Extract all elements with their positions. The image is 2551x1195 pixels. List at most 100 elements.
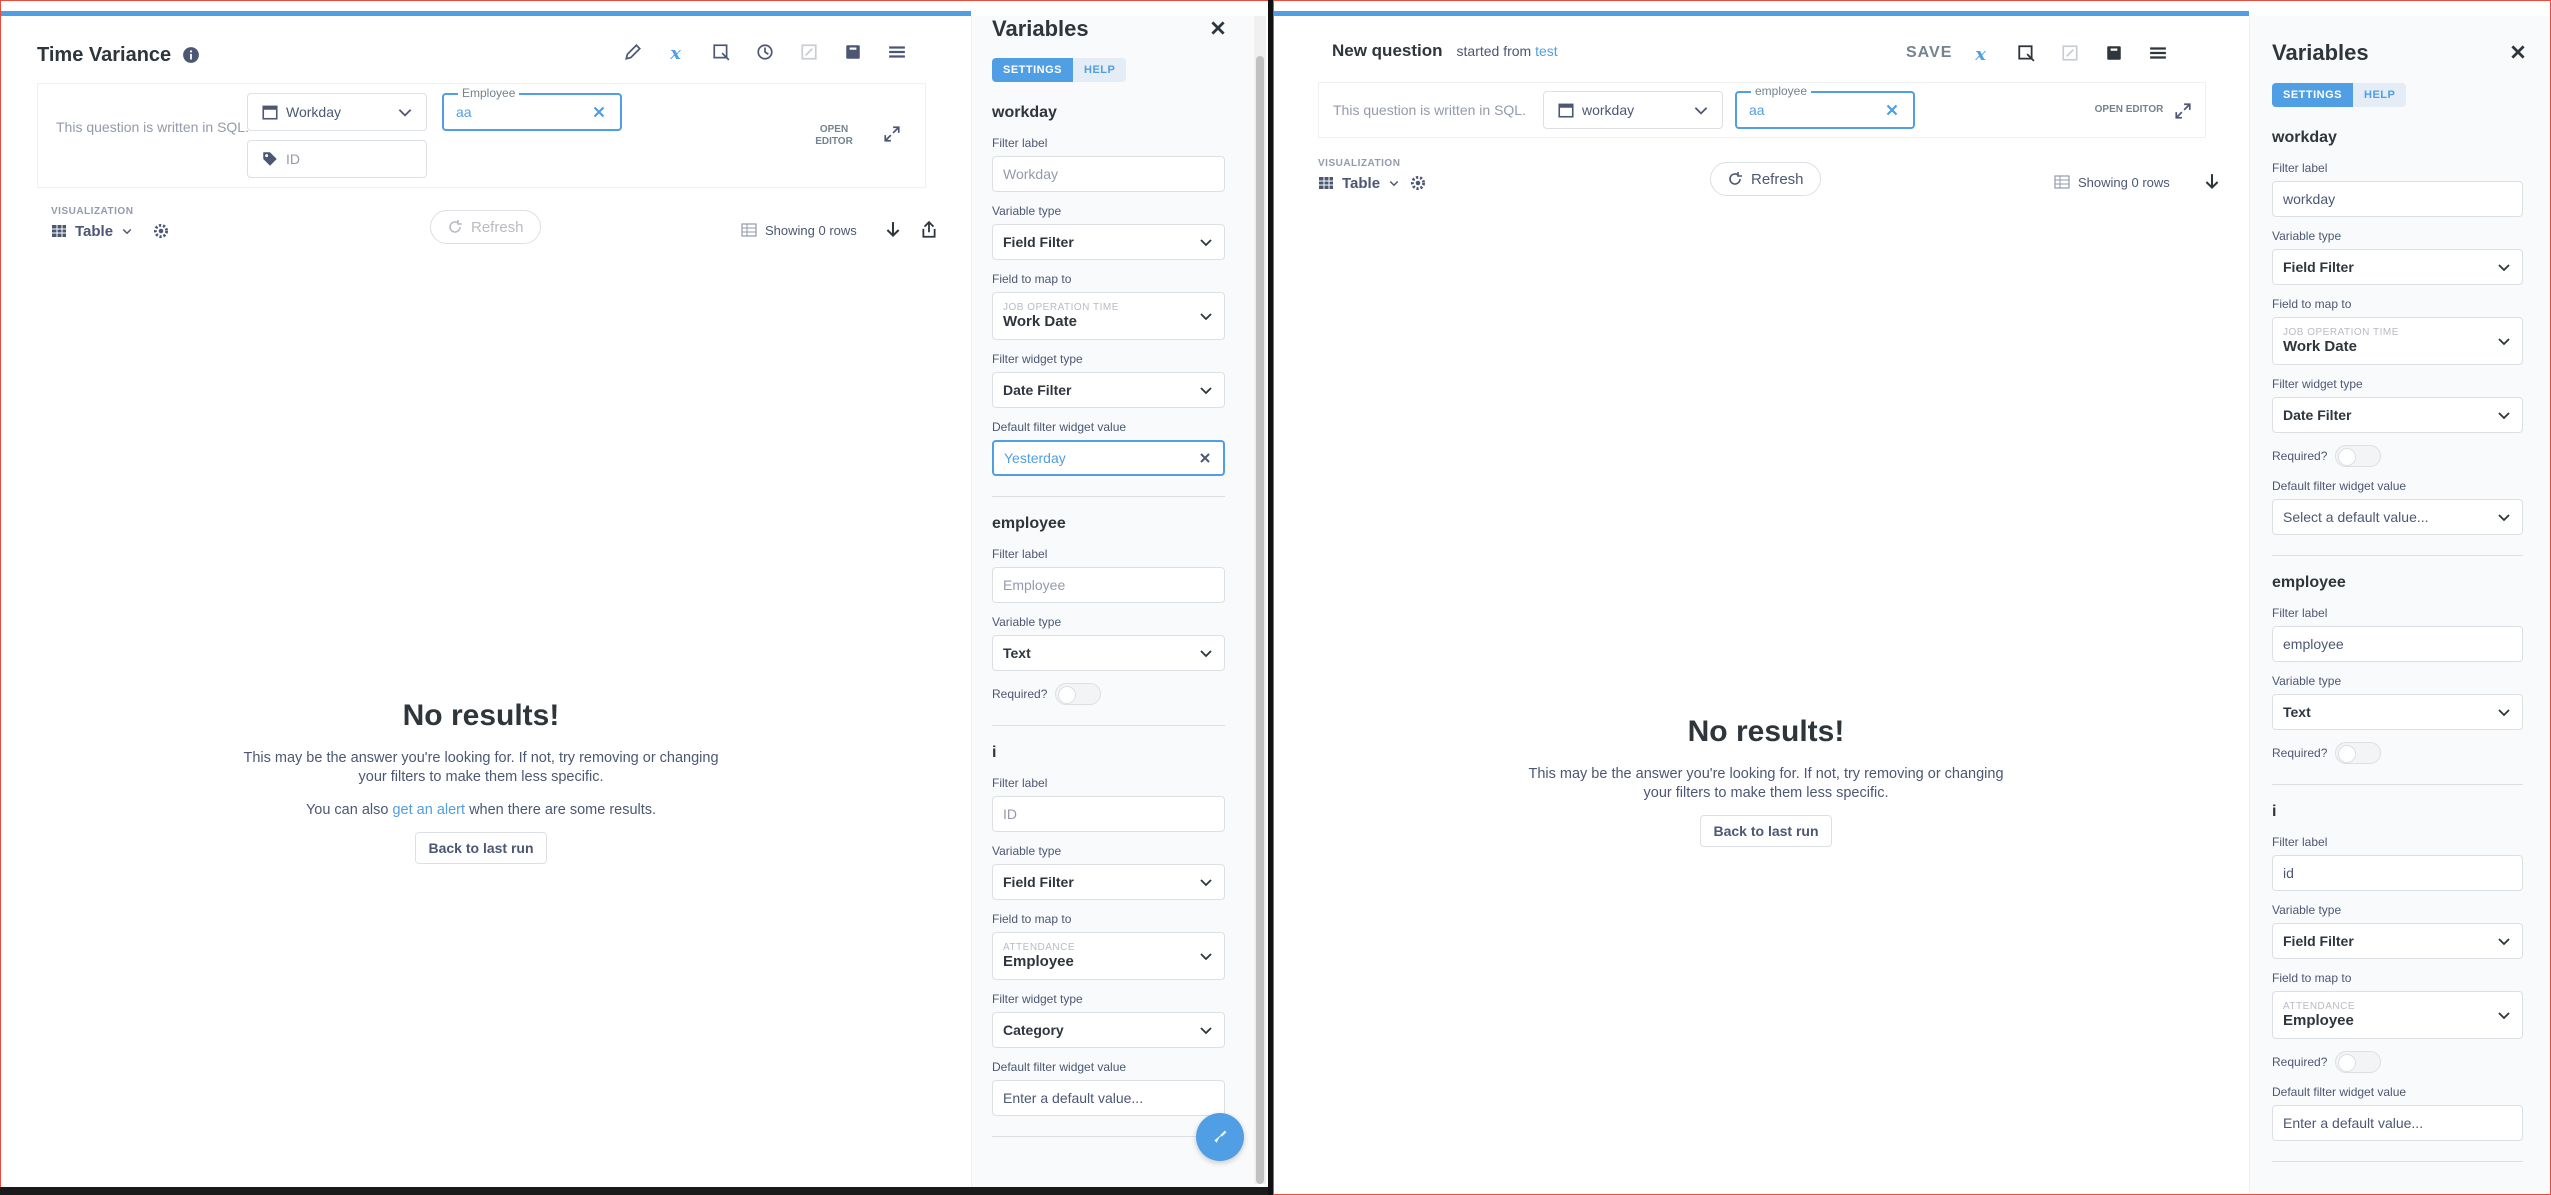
workday-filter-label-input[interactable]: workday <box>2272 181 2523 217</box>
svg-text:x: x <box>669 43 681 61</box>
snippet-icon[interactable] <box>707 38 735 66</box>
workday-filter-widget[interactable]: Workday <box>247 93 427 131</box>
id-field-mapping-select[interactable]: ATTENDANCE Employee <box>992 932 1225 980</box>
workday-widget-type-select[interactable]: Date Filter <box>992 372 1225 408</box>
preview-icon[interactable] <box>2056 39 2084 67</box>
table-icon <box>2054 168 2070 196</box>
sidebar-scrollbar[interactable] <box>1254 16 1266 1184</box>
employee-filter-label-input[interactable]: employee <box>2272 626 2523 662</box>
variables-x-icon[interactable]: x <box>1968 39 1996 67</box>
variables-x-icon[interactable]: x <box>663 38 691 66</box>
required-toggle[interactable] <box>2335 445 2382 467</box>
required-toggle[interactable] <box>2335 742 2382 764</box>
close-icon[interactable] <box>1206 16 1230 40</box>
snippet-icon[interactable] <box>2012 39 2040 67</box>
open-editor-label[interactable]: OPEN EDITOR <box>814 124 854 148</box>
expand-icon[interactable] <box>878 120 906 148</box>
refresh-button[interactable]: Refresh <box>1710 162 1821 196</box>
workday-field-mapping-select[interactable]: JOB OPERATION TIME Work Date <box>2272 317 2523 365</box>
tab-help[interactable]: HELP <box>1073 58 1127 82</box>
workday-default-value-input[interactable]: Yesterday <box>992 440 1225 476</box>
reference-book-icon[interactable] <box>2100 39 2128 67</box>
gear-icon[interactable] <box>151 217 171 245</box>
download-icon[interactable] <box>2198 168 2226 196</box>
chevron-down-icon <box>2496 253 2512 281</box>
info-icon[interactable] <box>177 41 205 69</box>
employee-filter-widget[interactable]: Employee aa <box>442 86 622 131</box>
expand-icon[interactable] <box>2169 97 2197 125</box>
widget-type-label: Filter widget type <box>992 992 1083 1006</box>
open-editor-label[interactable]: OPEN EDITOR <box>2089 104 2169 116</box>
widget-type-label: Filter widget type <box>992 352 1083 366</box>
workday-filter-widget[interactable]: workday <box>1543 91 1723 129</box>
workday-filter-label-input[interactable]: Workday <box>992 156 1225 192</box>
employee-widget-value[interactable]: aa <box>456 104 472 120</box>
employee-variable-type-select[interactable]: Text <box>2272 694 2523 730</box>
tab-settings[interactable]: SETTINGS <box>992 58 1074 82</box>
id-field-mapping-select[interactable]: ATTENDANCE Employee <box>2272 991 2523 1039</box>
visualization-picker[interactable]: Table <box>1318 169 1428 197</box>
right-window: New question started from test SAVE x Th… <box>1273 0 2551 1195</box>
id-variable-type-select[interactable]: Field Filter <box>2272 923 2523 959</box>
save-button[interactable]: SAVE <box>1906 44 1952 62</box>
visualization-picker[interactable]: Table <box>51 217 171 245</box>
svg-text:x: x <box>1975 44 1987 62</box>
refresh-icon <box>447 213 463 241</box>
workday-widget-type-select[interactable]: Date Filter <box>2272 397 2523 433</box>
tab-help[interactable]: HELP <box>2353 83 2407 107</box>
default-value-label: Default filter widget value <box>992 420 1127 434</box>
menu-icon[interactable] <box>2144 39 2172 67</box>
field-to-map-label: Field to map to <box>992 272 1072 286</box>
tab-settings[interactable]: SETTINGS <box>2272 83 2354 107</box>
employee-variable-type-select[interactable]: Text <box>992 635 1225 671</box>
workday-field-mapping-select[interactable]: JOB OPERATION TIME Work Date <box>992 292 1225 340</box>
map-table-name: JOB OPERATION TIME <box>1003 302 1119 313</box>
top-accent-bar <box>1274 11 2249 16</box>
required-row: Required? <box>2272 742 2523 764</box>
reference-book-icon[interactable] <box>839 38 867 66</box>
back-to-last-run-button[interactable]: Back to last run <box>415 832 547 864</box>
id-filter-widget[interactable]: ID <box>247 140 427 178</box>
required-toggle[interactable] <box>1055 683 1102 705</box>
variable-type-value: Text <box>2283 704 2311 720</box>
download-icon[interactable] <box>879 216 907 244</box>
workday-default-value-select[interactable]: Select a default value... <box>2272 499 2523 535</box>
workday-variable-type-select[interactable]: Field Filter <box>992 224 1225 260</box>
employee-widget-value[interactable]: aa <box>1749 102 1765 118</box>
variable-type-value: Text <box>1003 645 1031 661</box>
history-icon[interactable] <box>751 38 779 66</box>
filter-label-label: Filter label <box>2272 835 2328 849</box>
id-filter-label-input[interactable]: id <box>2272 855 2523 891</box>
pencil-icon[interactable] <box>619 38 647 66</box>
employee-filter-widget[interactable]: employee aa <box>1735 84 1915 129</box>
id-filter-label-input[interactable]: ID <box>992 796 1225 832</box>
required-toggle[interactable] <box>2335 1051 2382 1073</box>
id-variable-type-select[interactable]: Field Filter <box>992 864 1225 900</box>
id-default-value-input[interactable]: Enter a default value... <box>2272 1105 2523 1141</box>
field-to-map-label: Field to map to <box>2272 297 2352 311</box>
question-header: New question started from test <box>1332 41 1558 61</box>
clear-icon[interactable] <box>1197 444 1213 472</box>
workday-variable-type-select[interactable]: Field Filter <box>2272 249 2523 285</box>
close-icon[interactable] <box>2506 40 2530 64</box>
share-icon[interactable] <box>915 216 943 244</box>
widget-type-value: Date Filter <box>1003 382 1072 398</box>
menu-icon[interactable] <box>883 38 911 66</box>
preview-icon[interactable] <box>795 38 823 66</box>
workday-widget-label: Workday <box>286 104 341 120</box>
id-widget-type-select[interactable]: Category <box>992 1012 1225 1048</box>
started-from-link[interactable]: test <box>1535 43 1558 59</box>
gear-icon[interactable] <box>1408 169 1428 197</box>
question-title[interactable]: New question <box>1332 41 1443 61</box>
id-default-value-input[interactable]: Enter a default value... <box>992 1080 1225 1116</box>
clear-icon[interactable] <box>1883 96 1901 124</box>
back-to-last-run-button[interactable]: Back to last run <box>1700 815 1832 847</box>
visualization-label: VISUALIZATION <box>51 206 134 217</box>
question-title[interactable]: Time Variance <box>37 44 171 67</box>
scrollbar-thumb[interactable] <box>1256 56 1264 1184</box>
explore-fab[interactable] <box>1196 1113 1244 1161</box>
clear-icon[interactable] <box>590 98 608 126</box>
refresh-button[interactable]: Refresh <box>430 210 541 244</box>
get-alert-link[interactable]: get an alert <box>392 802 465 818</box>
employee-filter-label-input[interactable]: Employee <box>992 567 1225 603</box>
